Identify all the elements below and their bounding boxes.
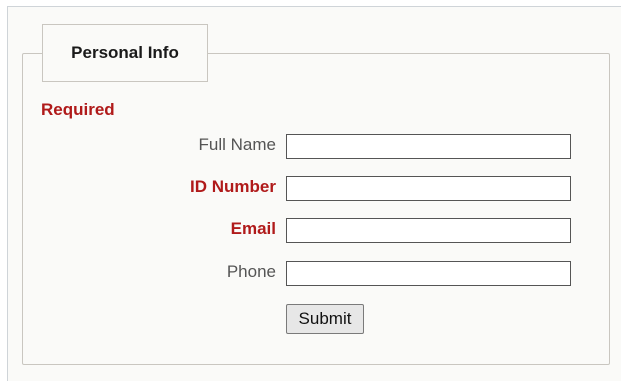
phone-label: Phone	[226, 262, 276, 281]
legend-title: Personal Info	[71, 43, 179, 62]
full-name-input[interactable]	[286, 134, 571, 159]
email-input[interactable]	[286, 218, 571, 243]
id-number-label: ID Number	[190, 177, 276, 196]
required-note: Required	[41, 100, 115, 119]
email-label: Email	[230, 219, 276, 238]
submit-button[interactable]: Submit	[286, 304, 364, 334]
fieldset-legend: Personal Info	[42, 24, 208, 82]
id-number-input[interactable]	[286, 176, 571, 201]
phone-input[interactable]	[286, 261, 571, 286]
full-name-label: Full Name	[198, 135, 276, 154]
